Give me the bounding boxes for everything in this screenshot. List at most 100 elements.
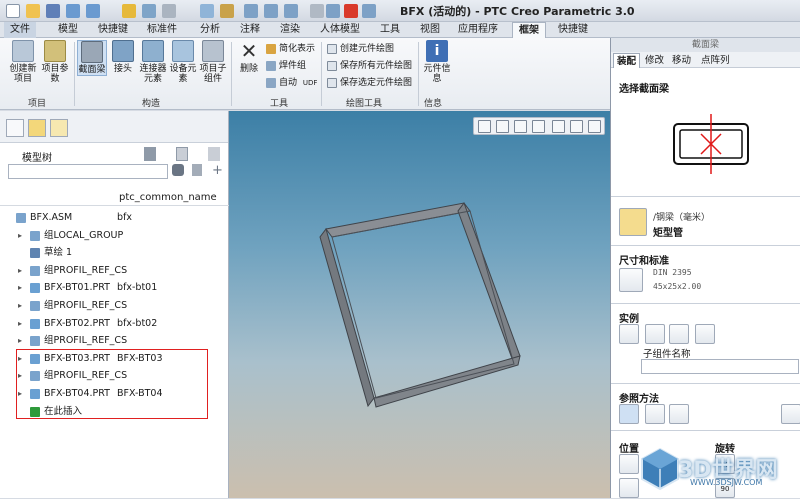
tab-modify[interactable]: 修改 bbox=[642, 53, 667, 68]
navigator-tabs bbox=[0, 111, 228, 143]
instance-refresh-button[interactable] bbox=[645, 324, 665, 344]
tab-shortcut[interactable]: 快捷键 bbox=[92, 22, 134, 38]
position-button-1[interactable] bbox=[619, 454, 639, 474]
tab-point-pattern[interactable]: 点阵列 bbox=[698, 53, 733, 68]
new-file-icon[interactable] bbox=[6, 4, 20, 18]
tree-show-icon[interactable] bbox=[208, 147, 220, 161]
tree-row[interactable]: ▸ 组PROFIL_REF_CS bbox=[0, 297, 229, 314]
graphics-viewport[interactable] bbox=[229, 111, 610, 498]
instance-button-1[interactable] bbox=[619, 324, 639, 344]
ref-curve-button[interactable] bbox=[669, 404, 689, 424]
tree-filter-icon[interactable] bbox=[176, 147, 188, 161]
add-column-icon[interactable]: + bbox=[212, 163, 223, 178]
expand-arrow-icon[interactable]: ▸ bbox=[18, 332, 22, 349]
tree-column-header: ptc_common_name bbox=[0, 192, 229, 206]
joint-icon bbox=[112, 40, 134, 62]
auto-button[interactable]: 自动 UDF bbox=[266, 76, 317, 90]
regenerate-icon[interactable] bbox=[122, 4, 136, 18]
favorites-tab[interactable] bbox=[50, 119, 68, 137]
panel-tabs: 装配 修改 移动 点阵列 bbox=[611, 52, 800, 68]
tab-move[interactable]: 移动 bbox=[669, 53, 694, 68]
tab-manikin[interactable]: 人体模型 bbox=[314, 22, 366, 38]
info-icon: i bbox=[426, 40, 448, 62]
tool3-icon[interactable] bbox=[244, 4, 258, 18]
weld-group-button[interactable]: 焊件组 bbox=[266, 59, 306, 73]
tool1-icon[interactable] bbox=[200, 4, 214, 18]
tool5-icon[interactable] bbox=[284, 4, 298, 18]
expand-arrow-icon[interactable]: ▸ bbox=[18, 297, 22, 314]
connector-element-button[interactable]: 连接器元素 bbox=[138, 40, 168, 84]
tab-shortcut-2[interactable]: 快捷键 bbox=[552, 22, 594, 38]
redo-icon[interactable] bbox=[86, 4, 100, 18]
windows-icon[interactable] bbox=[142, 4, 156, 18]
delete-button[interactable]: ✕ 删除 bbox=[234, 40, 264, 74]
expand-arrow-icon[interactable]: ▸ bbox=[18, 279, 22, 296]
create-component-drawing-button[interactable]: 创建元件绘图 bbox=[327, 42, 394, 56]
close-window-icon[interactable] bbox=[162, 4, 176, 18]
tool2-icon[interactable] bbox=[220, 4, 234, 18]
tab-model[interactable]: 模型 bbox=[52, 22, 84, 38]
project-parameters-button[interactable]: 项目参数 bbox=[40, 40, 70, 84]
tab-framework[interactable]: 框架 bbox=[512, 22, 546, 38]
tool6-icon[interactable] bbox=[310, 4, 324, 18]
save-all-drawings-button[interactable]: 保存所有元件绘图 bbox=[327, 59, 412, 73]
tree-row[interactable]: ▸ 组PROFIL_REF_CS bbox=[0, 332, 229, 349]
weld-group-icon bbox=[266, 60, 276, 71]
expand-arrow-icon[interactable]: ▸ bbox=[18, 227, 22, 244]
tool7-icon[interactable] bbox=[326, 4, 340, 18]
tree-search-input[interactable] bbox=[8, 164, 168, 179]
model-tree-tab[interactable] bbox=[6, 119, 24, 137]
save-selected-drawings-button[interactable]: 保存选定元件绘图 bbox=[327, 76, 412, 90]
browse-profile-button[interactable] bbox=[619, 208, 647, 236]
instance-button-4[interactable] bbox=[695, 324, 715, 344]
ref-line-button[interactable] bbox=[619, 404, 639, 424]
component-info-button[interactable]: i 元件信息 bbox=[422, 40, 452, 84]
tree-item-name: BFX-BT01.PRT bbox=[44, 282, 110, 294]
ref-points-button[interactable] bbox=[645, 404, 665, 424]
position-button-2[interactable] bbox=[619, 478, 639, 498]
tab-assemble[interactable]: 装配 bbox=[613, 53, 641, 68]
tree-filter-funnel-icon[interactable] bbox=[192, 164, 202, 176]
expand-arrow-icon[interactable]: ▸ bbox=[18, 315, 22, 332]
tab-standard-parts[interactable]: 标准件 bbox=[141, 22, 183, 38]
tree-row[interactable]: 草绘 1 bbox=[0, 244, 229, 261]
ref-option-button[interactable] bbox=[781, 404, 800, 424]
tool8-icon[interactable] bbox=[362, 4, 376, 18]
tree-row[interactable]: ▸ BFX-BT02.PRT bfx-bt02 bbox=[0, 315, 229, 332]
group-tools-label: 工具 bbox=[270, 99, 289, 109]
undo-icon[interactable] bbox=[66, 4, 80, 18]
save-selected-icon bbox=[327, 77, 337, 88]
tab-render[interactable]: 渲染 bbox=[274, 22, 306, 38]
tab-applications[interactable]: 应用程序 bbox=[452, 22, 504, 38]
close-red-icon[interactable] bbox=[344, 4, 358, 18]
binoculars-icon[interactable] bbox=[172, 164, 184, 176]
open-file-icon[interactable] bbox=[26, 4, 40, 18]
project-subassembly-button[interactable]: 项目子组件 bbox=[198, 40, 228, 84]
save-icon[interactable] bbox=[46, 4, 60, 18]
tab-file[interactable]: 文件 bbox=[4, 22, 36, 38]
tab-annotate[interactable]: 注释 bbox=[234, 22, 266, 38]
tree-row[interactable]: ▸ 组PROFIL_REF_CS bbox=[0, 262, 229, 279]
tab-view[interactable]: 视图 bbox=[414, 22, 446, 38]
tab-analysis[interactable]: 分析 bbox=[194, 22, 226, 38]
tab-tools[interactable]: 工具 bbox=[374, 22, 406, 38]
drawing-icon bbox=[327, 43, 337, 54]
instance-button-3[interactable] bbox=[669, 324, 689, 344]
section-beam-button[interactable]: 截面梁 bbox=[77, 40, 107, 76]
device-element-button[interactable]: 设备元素 bbox=[168, 40, 198, 84]
save-all-icon bbox=[327, 60, 337, 71]
size-table-button[interactable] bbox=[619, 268, 643, 292]
simplified-rep-button[interactable]: 简化表示 bbox=[266, 42, 315, 56]
tree-row[interactable]: ▸ BFX-BT01.PRT bfx-bt01 bbox=[0, 279, 229, 296]
folder-browser-tab[interactable] bbox=[28, 119, 46, 137]
subcomponent-name-input[interactable] bbox=[641, 359, 799, 374]
tree-row[interactable]: BFX.ASM bfx bbox=[0, 209, 229, 226]
tree-row[interactable]: ▸ 组LOCAL_GROUP bbox=[0, 227, 229, 244]
joint-button[interactable]: 接头 bbox=[108, 40, 138, 74]
create-new-project-button[interactable]: 创建新项目 bbox=[8, 40, 38, 84]
tree-settings-icon[interactable] bbox=[144, 147, 156, 161]
sketch-icon bbox=[30, 248, 40, 259]
tree-item-name: 组PROFIL_REF_CS bbox=[44, 300, 128, 311]
expand-arrow-icon[interactable]: ▸ bbox=[18, 262, 22, 279]
tool4-icon[interactable] bbox=[264, 4, 278, 18]
